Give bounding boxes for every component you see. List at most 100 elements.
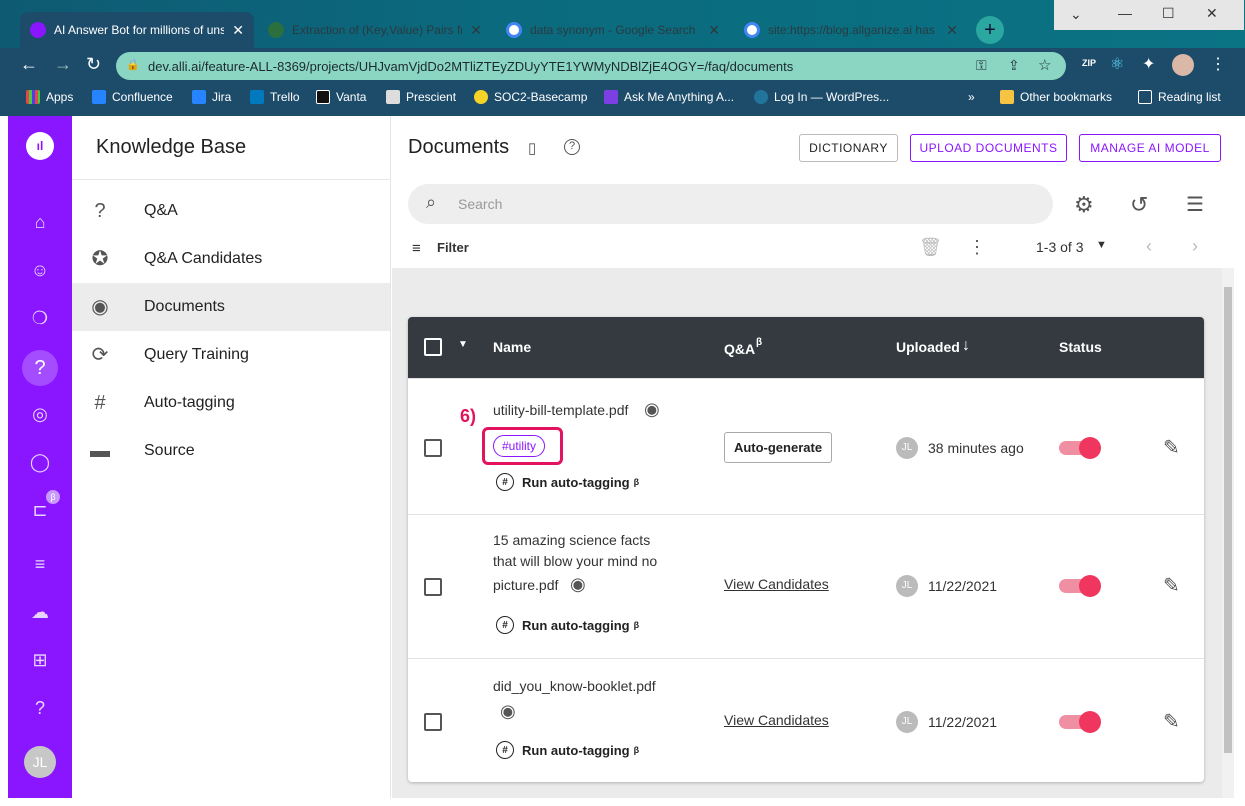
- tab-extraction[interactable]: Extraction of (Key,Value) Pairs fr ✕: [258, 12, 492, 48]
- reading-list[interactable]: Reading list: [1138, 90, 1221, 104]
- reload-icon[interactable]: ↻: [86, 54, 101, 75]
- document-name[interactable]: 15 amazing science facts: [493, 530, 650, 550]
- edit-pencil-icon[interactable]: ✎: [1163, 573, 1180, 598]
- history-icon[interactable]: ↺: [1130, 192, 1148, 218]
- row-checkbox[interactable]: [424, 439, 442, 457]
- more-vert-icon[interactable]: ⋮: [968, 237, 986, 258]
- home-icon[interactable]: ⌂: [28, 210, 52, 234]
- close-tab-icon[interactable]: ✕: [232, 22, 244, 39]
- user-icon[interactable]: ☺: [28, 258, 52, 282]
- run-auto-tagging-button[interactable]: # Run auto-tagging β: [496, 741, 639, 759]
- bookmark-confluence[interactable]: Confluence: [92, 90, 173, 104]
- auto-generate-button[interactable]: Auto-generate: [724, 432, 832, 463]
- document-name[interactable]: utility-bill-template.pdf: [493, 400, 628, 420]
- sidebar-item-qa-candidates[interactable]: ✪ Q&A Candidates: [72, 235, 390, 283]
- bookmark-ask-me-anything[interactable]: Ask Me Anything A...: [604, 90, 734, 104]
- bookmark-apps[interactable]: Apps: [26, 90, 73, 104]
- tune-sliders-icon[interactable]: ☰: [1186, 192, 1204, 217]
- document-name[interactable]: picture.pdf: [493, 575, 558, 595]
- knowledge-base-question-icon[interactable]: ?: [22, 350, 58, 386]
- forward-arrow-icon[interactable]: →: [54, 54, 72, 75]
- sidebar-item-auto-tagging[interactable]: # Auto-tagging: [72, 379, 390, 427]
- menu-lines-icon[interactable]: ≡: [28, 552, 52, 576]
- kebab-menu-icon[interactable]: ⋮: [1210, 54, 1226, 74]
- share-icon[interactable]: ⇪: [1008, 57, 1020, 74]
- row-checkbox[interactable]: [424, 713, 442, 731]
- new-tab-plus-icon[interactable]: +: [976, 16, 1004, 44]
- manage-ai-model-button[interactable]: MANAGE AI MODEL: [1079, 134, 1221, 162]
- tab-blog-search[interactable]: site:https://blog.allganize.ai has ✕: [734, 12, 968, 48]
- close-tab-icon[interactable]: ✕: [708, 22, 720, 39]
- bookmark-soc2[interactable]: SOC2-Basecamp: [474, 90, 587, 104]
- maximize-icon[interactable]: ☐: [1162, 5, 1175, 22]
- sidebar-item-documents[interactable]: ◉ Documents: [72, 283, 390, 331]
- view-candidates-link[interactable]: View Candidates: [724, 712, 829, 728]
- cloud-upload-icon[interactable]: ☁: [28, 600, 52, 624]
- close-window-icon[interactable]: ✕: [1206, 5, 1218, 22]
- sidebar-item-query-training[interactable]: ⟳ Query Training: [72, 331, 390, 379]
- upload-documents-button[interactable]: UPLOAD DOCUMENTS: [910, 134, 1067, 162]
- sort-arrow-down-icon[interactable]: ↓: [962, 337, 970, 355]
- conversation-icon[interactable]: ◯: [28, 450, 52, 474]
- pagination-range[interactable]: 1-3 of 3: [1036, 239, 1083, 255]
- gift-icon[interactable]: ⊞: [28, 648, 52, 672]
- help-circle-icon[interactable]: ?: [564, 139, 580, 155]
- bookmark-trello[interactable]: Trello: [250, 90, 300, 104]
- sidebar-item-qa[interactable]: ? Q&A: [72, 187, 390, 235]
- signal-icon[interactable]: ◎: [28, 402, 52, 426]
- select-all-checkbox[interactable]: [424, 338, 442, 356]
- status-toggle[interactable]: [1059, 711, 1101, 733]
- filter-button[interactable]: Filter: [437, 240, 469, 255]
- prev-page-icon[interactable]: ‹: [1146, 236, 1152, 257]
- profile-avatar[interactable]: [1172, 54, 1194, 76]
- trash-icon[interactable]: 🗑: [919, 237, 942, 258]
- bookmarks-overflow[interactable]: »: [968, 90, 975, 104]
- preview-eye-icon[interactable]: ◉: [570, 574, 586, 595]
- zip-extension-icon[interactable]: ZIP: [1082, 58, 1096, 68]
- key-icon[interactable]: ⚿: [976, 57, 987, 74]
- tag-chip[interactable]: #utility: [493, 435, 546, 457]
- bookmark-wordpress[interactable]: Log In — WordPres...: [754, 90, 889, 104]
- select-dropdown-caret-icon[interactable]: ▼: [458, 339, 468, 350]
- bookmark-star-icon[interactable]: ☆: [1038, 56, 1051, 74]
- chat-bubbles-icon[interactable]: ❍: [28, 306, 52, 330]
- gear-icon[interactable]: ⚙: [1074, 192, 1094, 218]
- close-tab-icon[interactable]: ✕: [946, 22, 958, 39]
- help-icon[interactable]: ?: [28, 696, 52, 720]
- other-bookmarks[interactable]: Other bookmarks: [1000, 90, 1112, 104]
- status-toggle[interactable]: [1059, 575, 1101, 597]
- alli-logo-icon[interactable]: ıl: [26, 132, 54, 160]
- scrollbar-thumb[interactable]: [1224, 287, 1232, 753]
- extensions-puzzle-icon[interactable]: ✦: [1142, 54, 1155, 74]
- search-bar[interactable]: ⌕ Search: [408, 184, 1053, 224]
- status-toggle[interactable]: [1059, 437, 1101, 459]
- book-icon[interactable]: ▯: [528, 139, 536, 157]
- react-extension-icon[interactable]: ⚛: [1110, 54, 1124, 74]
- caret-down-icon[interactable]: ▼: [1096, 239, 1107, 251]
- preview-eye-icon[interactable]: ◉: [644, 399, 660, 420]
- bookmark-vanta[interactable]: Vanta: [316, 90, 366, 104]
- close-tab-icon[interactable]: ✕: [470, 22, 482, 39]
- url-bar[interactable]: 🔒 dev.alli.ai/feature-ALL-8369/projects/…: [116, 52, 1066, 80]
- column-uploaded[interactable]: Uploaded: [896, 339, 960, 355]
- tab-search-chevron-icon[interactable]: ⌄: [1070, 6, 1082, 23]
- document-name[interactable]: did_you_know-booklet.pdf: [493, 676, 656, 696]
- preview-eye-icon[interactable]: ◉: [500, 701, 516, 722]
- user-avatar[interactable]: JL: [24, 746, 56, 778]
- dictionary-button[interactable]: DICTIONARY: [799, 134, 898, 162]
- edit-pencil-icon[interactable]: ✎: [1163, 435, 1180, 460]
- bookmark-jira[interactable]: Jira: [192, 90, 231, 104]
- tab-google-search[interactable]: data synonym - Google Search ✕: [496, 12, 730, 48]
- filter-icon[interactable]: ≡: [412, 240, 421, 257]
- next-page-icon[interactable]: ›: [1192, 236, 1198, 257]
- sidebar-item-source[interactable]: ▬ Source: [72, 427, 390, 475]
- bookmark-prescient[interactable]: Prescient: [386, 90, 456, 104]
- run-auto-tagging-button[interactable]: # Run auto-tagging β: [496, 616, 639, 634]
- run-auto-tagging-button[interactable]: # Run auto-tagging β: [496, 473, 639, 491]
- view-candidates-link[interactable]: View Candidates: [724, 576, 829, 592]
- row-checkbox[interactable]: [424, 578, 442, 596]
- back-arrow-icon[interactable]: ←: [20, 54, 38, 75]
- search-input[interactable]: Search: [458, 196, 502, 212]
- edit-pencil-icon[interactable]: ✎: [1163, 709, 1180, 734]
- document-name[interactable]: that will blow your mind no: [493, 551, 657, 571]
